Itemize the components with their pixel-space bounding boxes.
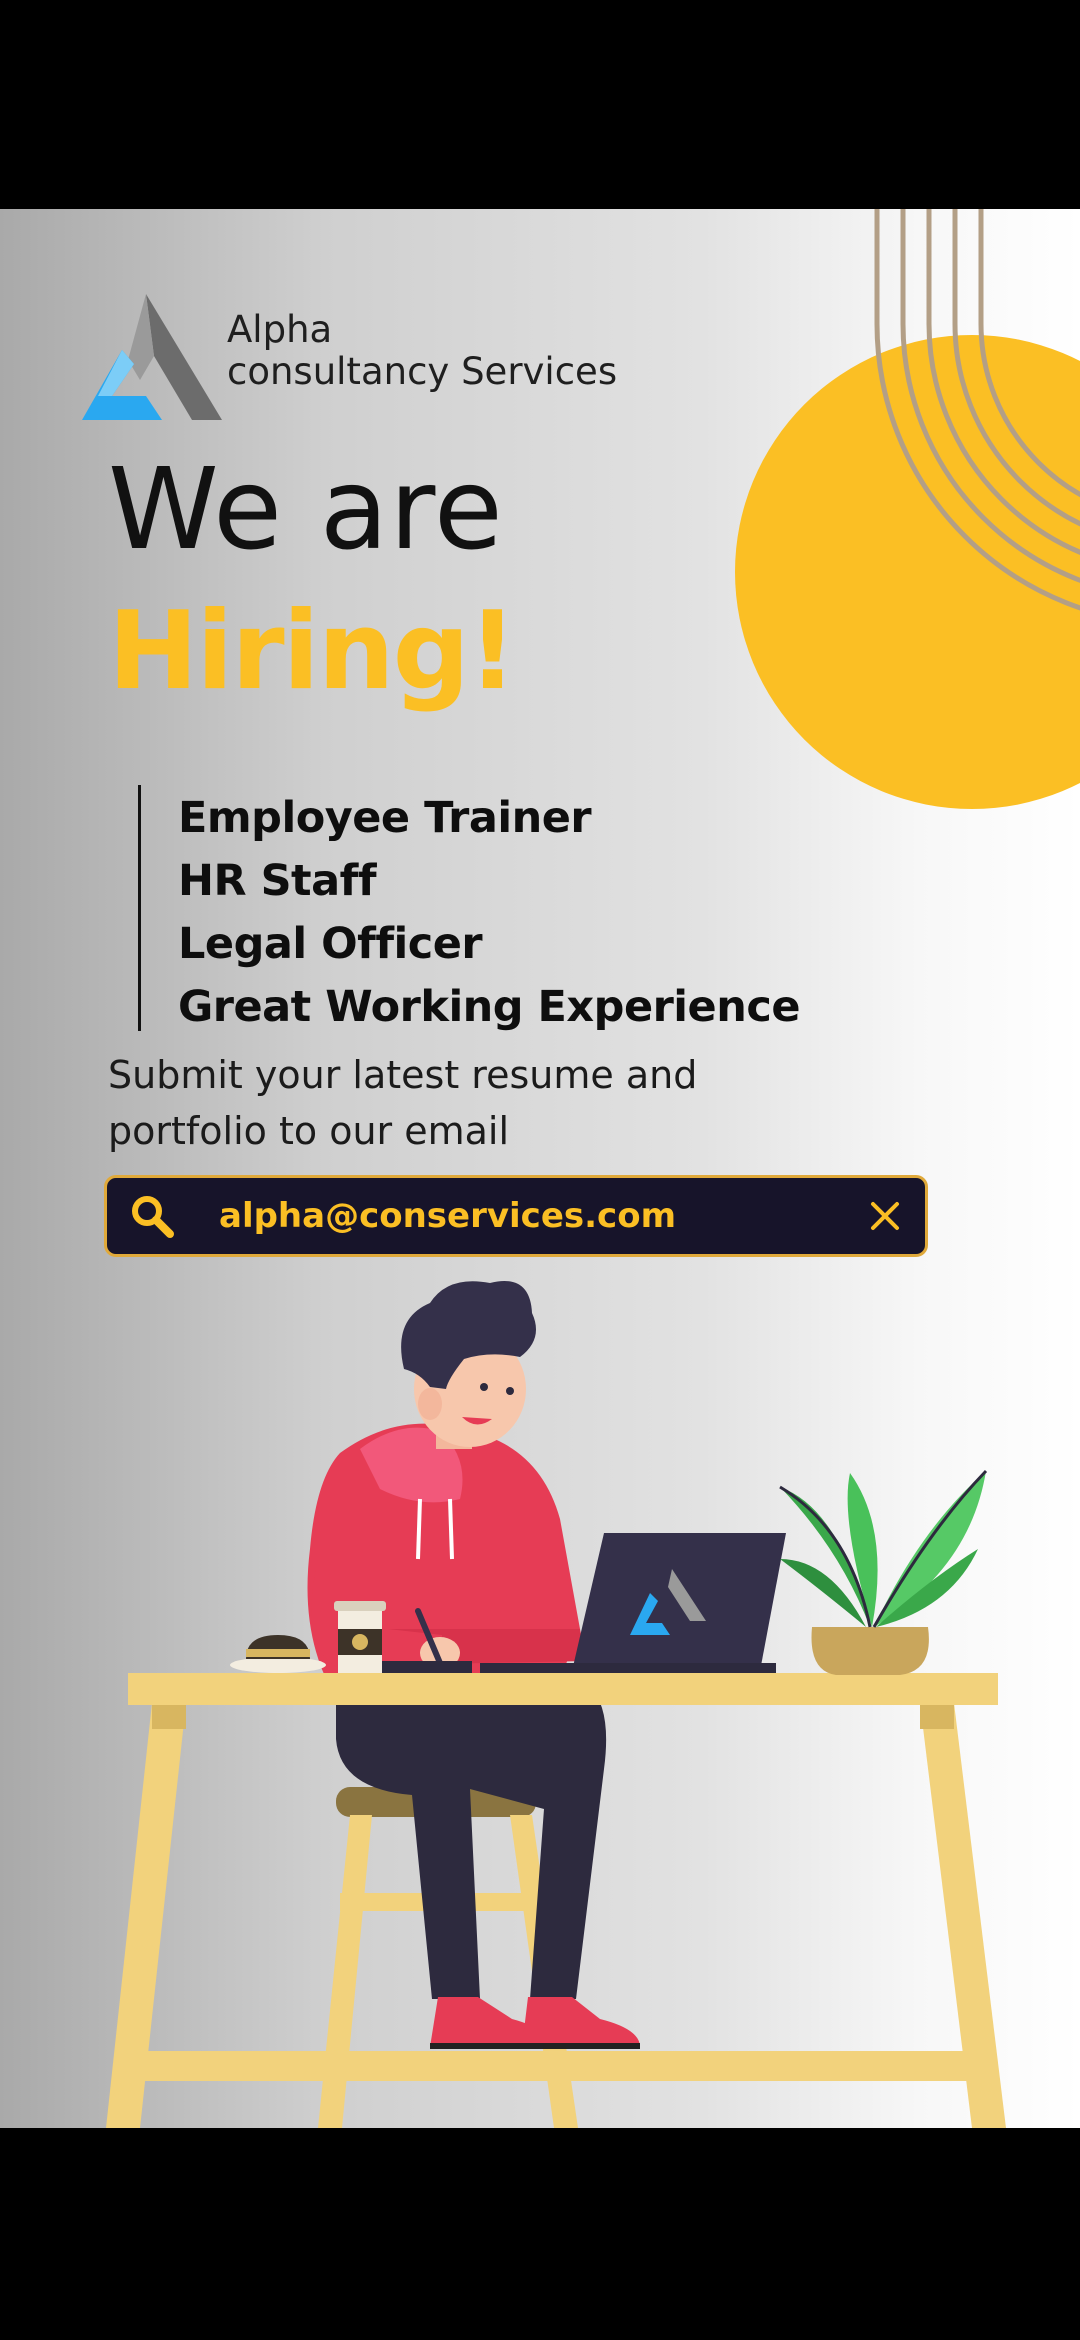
notebook-icon (380, 1661, 472, 1673)
worker-desk-illustration (106, 1281, 1006, 2128)
desk-top (128, 1673, 998, 1705)
bottom-black-bar (0, 2128, 1080, 2340)
hiring-poster: Alpha consultancy Services We are Hiring… (0, 209, 1080, 2128)
dessert-icon (230, 1635, 326, 1673)
plant-icon (779, 1469, 988, 1675)
coffee-cup-icon (334, 1601, 386, 1673)
top-black-bar (0, 0, 1080, 209)
person-legs-icon (336, 1687, 640, 2049)
